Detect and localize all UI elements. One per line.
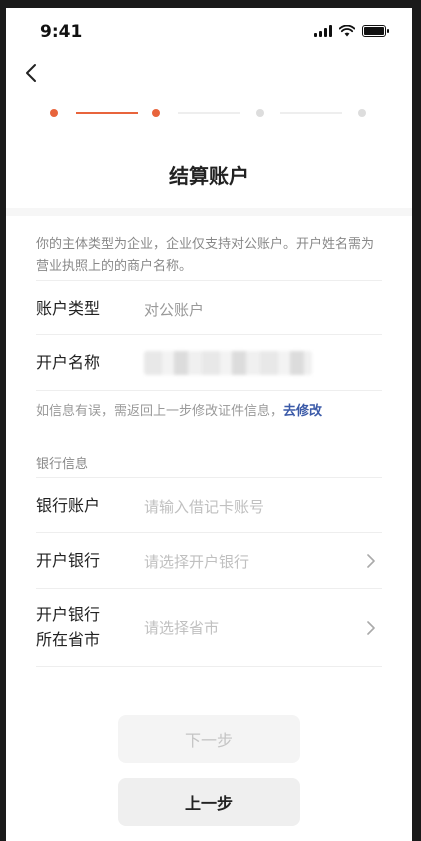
- bank-city-label-line1: 开户银行: [36, 605, 101, 624]
- progress-steps: [50, 108, 370, 118]
- account-type-value: 对公账户: [144, 301, 205, 319]
- bank-account-input[interactable]: 请输入借记卡账号: [144, 496, 264, 517]
- status-icons: [314, 25, 389, 37]
- account-name-row: 开户名称: [36, 335, 382, 391]
- step-dot-1: [50, 109, 58, 117]
- edit-hint: 如信息有误，需返回上一步修改证件信息，去修改: [36, 400, 322, 419]
- step-dot-4: [358, 109, 366, 117]
- step-line-3: [280, 112, 342, 114]
- step-dot-3: [256, 109, 264, 117]
- bank-name-select[interactable]: 请选择开户银行: [144, 551, 249, 572]
- account-type-row: 账户类型 对公账户: [36, 280, 382, 335]
- step-dot-2: [152, 109, 160, 117]
- page-title: 结算账户: [169, 164, 249, 188]
- step-line-1: [76, 112, 138, 114]
- edit-hint-text: 如信息有误，需返回上一步修改证件信息，: [36, 404, 284, 419]
- chevron-right-icon: [367, 621, 375, 635]
- bank-account-label: 银行账户: [36, 496, 101, 515]
- wifi-icon: [339, 25, 355, 37]
- bank-section-label: 银行信息: [36, 457, 89, 472]
- bank-name-label: 开户银行: [36, 551, 101, 570]
- step-line-2: [178, 112, 240, 114]
- battery-icon: [362, 25, 389, 37]
- bank-name-row[interactable]: 开户银行 请选择开户银行: [36, 533, 382, 589]
- chevron-left-icon: [26, 64, 36, 82]
- edit-link[interactable]: 去修改: [283, 404, 322, 419]
- previous-step-button[interactable]: 上一步: [118, 778, 300, 826]
- status-time: 9:41: [40, 22, 83, 42]
- signal-icon: [314, 25, 332, 37]
- bank-account-row[interactable]: 银行账户 请输入借记卡账号: [36, 477, 382, 533]
- account-notice: 你的主体类型为企业，企业仅支持对公账户。开户姓名需为营业执照上的的商户名称。: [36, 237, 375, 274]
- next-step-button[interactable]: 下一步: [118, 715, 300, 763]
- section-divider: [6, 208, 412, 216]
- bank-city-select[interactable]: 请选择省市: [144, 617, 219, 638]
- bank-city-row[interactable]: 开户银行 所在省市 请选择省市: [36, 589, 382, 667]
- bank-city-label-line2: 所在省市: [36, 630, 101, 649]
- account-name-value-redacted: [144, 351, 312, 375]
- chevron-right-icon: [367, 554, 375, 568]
- account-name-label: 开户名称: [36, 353, 101, 372]
- phone-screen: 9:41 结算账户 你的主体类型为企业，企业仅支持对公账户。开户姓名需为营业执照…: [6, 8, 412, 841]
- account-type-label: 账户类型: [36, 299, 101, 318]
- status-bar: 9:41: [6, 8, 412, 52]
- back-button[interactable]: [16, 58, 46, 88]
